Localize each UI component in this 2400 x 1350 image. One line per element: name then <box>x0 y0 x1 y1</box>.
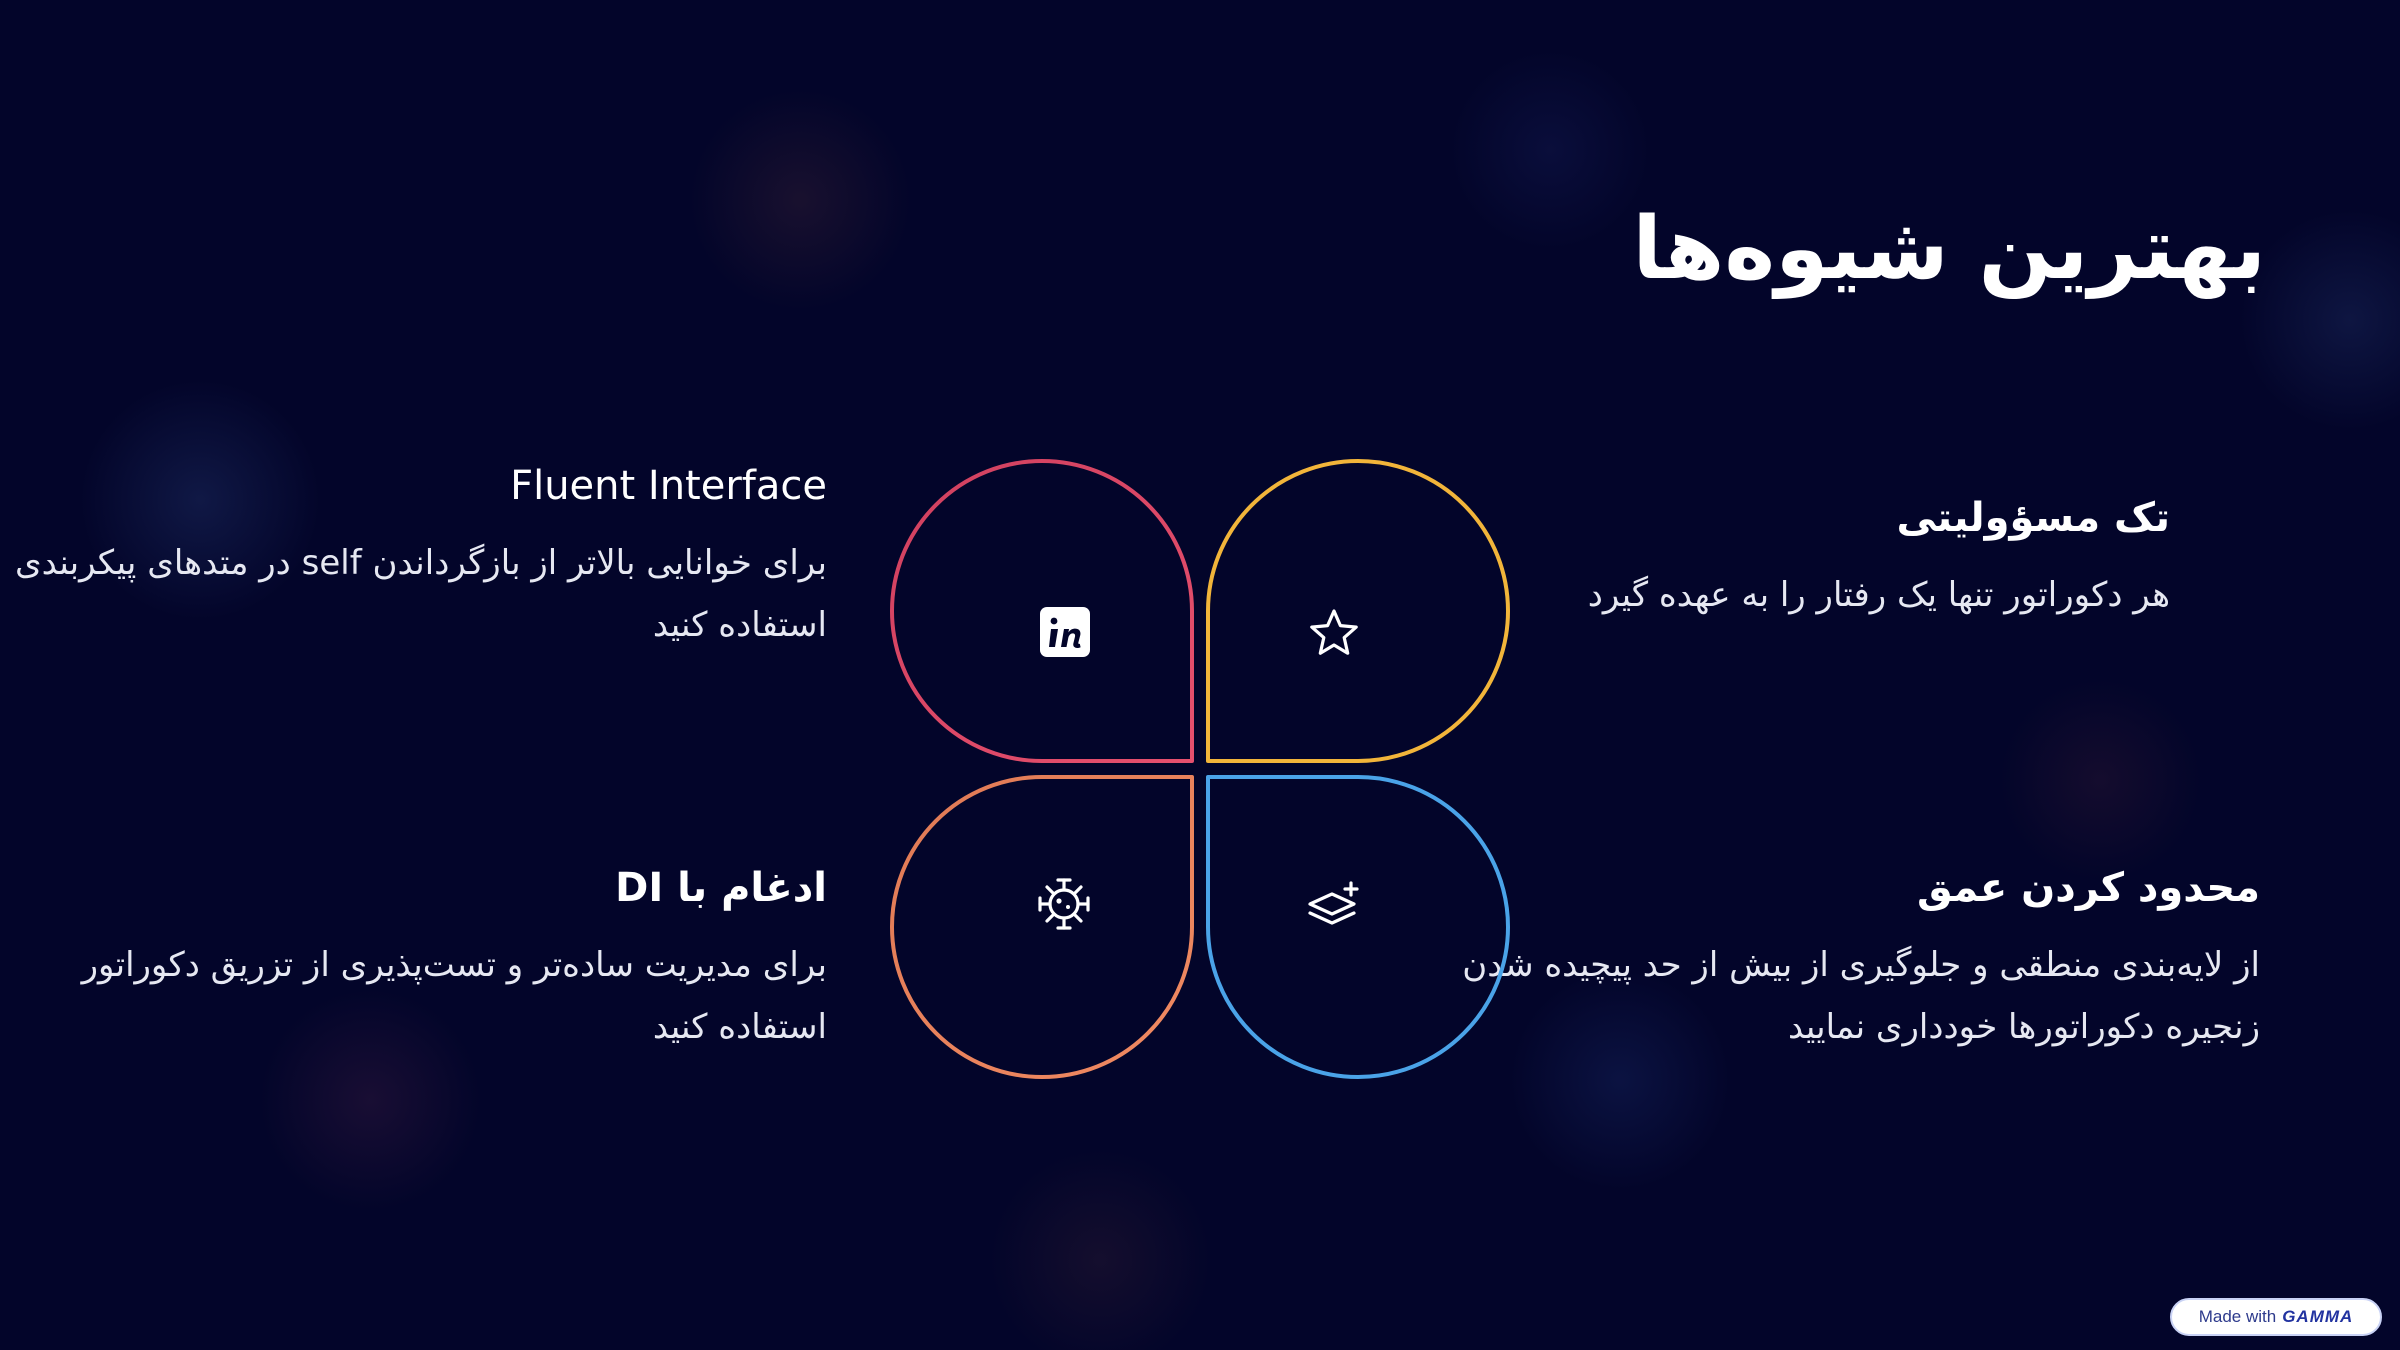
invision-icon <box>1040 607 1090 657</box>
item-body: برای مدیریت ساده‌تر و تست‌پذیری از تزریق… <box>81 945 827 1047</box>
quadrant-petals <box>890 459 1510 1079</box>
item-body: برای خوانایی بالاتر از بازگرداندن self د… <box>14 543 827 645</box>
item-body: از لایه‌بندی منطقی و جلوگیری از بیش از ح… <box>1462 945 2260 1047</box>
layers-plus-icon <box>1308 881 1359 925</box>
item-di-integration: ادغام با DI برای مدیریت ساده‌تر و تست‌پذ… <box>7 862 827 1058</box>
item-single-responsibility: تک مسؤولیتی هر دکوراتور تنها یک رفتار را… <box>1450 492 2170 626</box>
gamma-logo: GAMMA <box>2282 1307 2354 1326</box>
item-heading: Fluent Interface <box>510 463 827 509</box>
item-heading: ادغام با DI <box>615 865 827 911</box>
item-heading: تک مسؤولیتی <box>1896 495 2170 541</box>
item-heading: محدود کردن عمق <box>1917 865 2260 911</box>
virus-icon <box>1038 878 1090 930</box>
slide: بهترین شیوه‌ها Fluent Interface برای خوا… <box>0 0 2400 1350</box>
badge-prefix: Made with <box>2198 1307 2277 1326</box>
page-title: بهترین شیوه‌ها <box>1632 199 2266 299</box>
made-with-gamma-badge[interactable]: Made with GAMMA <box>2170 1298 2382 1336</box>
item-limit-depth: محدود کردن عمق از لایه‌بندی منطقی و جلوگ… <box>1440 862 2260 1058</box>
item-body: هر دکوراتور تنها یک رفتار را به عهده گیر… <box>1587 575 2170 615</box>
item-fluent-interface: Fluent Interface برای خوانایی بالاتر از … <box>7 460 827 656</box>
star-icon <box>1310 609 1358 655</box>
